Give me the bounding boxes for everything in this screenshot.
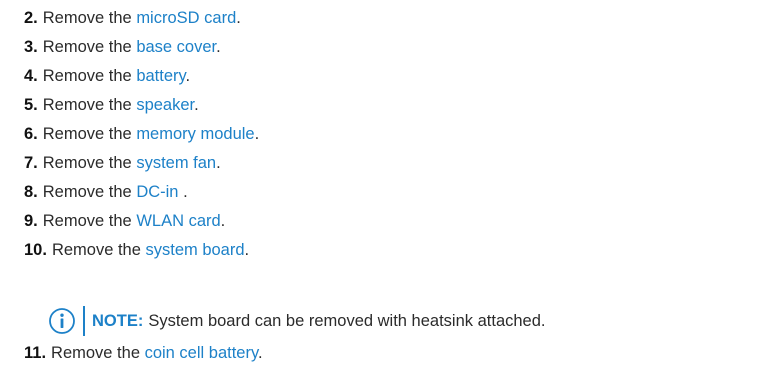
step-punctuation: . (194, 96, 199, 114)
note-callout: NOTE: System board can be removed with h… (48, 306, 545, 336)
step-number: 11. (24, 344, 47, 362)
procedure-steps-list-continued: 11. Remove the coin cell battery. (24, 339, 263, 368)
step-text: Remove the (42, 183, 137, 201)
step-number: 10. (24, 241, 47, 259)
step-4: 4. Remove the battery. (24, 62, 259, 91)
microsd-card-link[interactable]: microSD card (136, 9, 236, 27)
step-6: 6. Remove the memory module. (24, 120, 259, 149)
info-icon (48, 307, 76, 335)
step-punctuation: . (254, 125, 260, 143)
system-fan-link[interactable]: system fan (136, 154, 216, 172)
step-text: Remove the (42, 96, 137, 114)
note-divider (83, 306, 85, 336)
step-3: 3. Remove the base cover. (24, 33, 259, 62)
step-number: 6. (24, 125, 38, 143)
step-punctuation: . (258, 344, 263, 362)
step-punctuation: . (244, 241, 250, 259)
step-7: 7. Remove the system fan. (24, 149, 259, 178)
system-board-link[interactable]: system board (145, 241, 244, 259)
base-cover-link[interactable]: base cover (136, 38, 216, 56)
step-punctuation: . (216, 38, 221, 56)
step-text: Remove the (42, 9, 137, 27)
step-text: Remove the (42, 154, 137, 172)
wlan-card-link[interactable]: WLAN card (136, 212, 220, 230)
step-number: 2. (24, 9, 38, 27)
battery-link[interactable]: battery (136, 67, 185, 85)
step-text: Remove the (51, 344, 145, 362)
step-punctuation: . (178, 183, 188, 201)
note-label: NOTE: (92, 311, 144, 330)
step-10: 10. Remove the system board. (24, 236, 259, 265)
step-text: Remove the (42, 38, 137, 56)
step-punctuation: . (216, 154, 221, 172)
step-2: 2. Remove the microSD card. (24, 4, 259, 33)
step-text: Remove the (42, 125, 137, 143)
step-number: 3. (24, 38, 38, 56)
step-number: 5. (24, 96, 38, 114)
step-number: 9. (24, 212, 38, 230)
step-8: 8. Remove the DC-in . (24, 178, 259, 207)
procedure-steps-list: 2. Remove the microSD card. 3. Remove the … (24, 4, 259, 265)
step-11: 11. Remove the coin cell battery. (24, 339, 263, 368)
step-9: 9. Remove the WLAN card. (24, 207, 259, 236)
memory-module-link[interactable]: memory module (136, 125, 254, 143)
speaker-link[interactable]: speaker (136, 96, 194, 114)
step-punctuation: . (220, 212, 226, 230)
coin-cell-battery-link[interactable]: coin cell battery (145, 344, 258, 362)
step-number: 7. (24, 154, 38, 172)
step-text: Remove the (42, 67, 137, 85)
step-number: 4. (24, 67, 38, 85)
step-punctuation: . (185, 67, 191, 85)
step-number: 8. (24, 183, 38, 201)
note-text: System board can be removed with heatsin… (148, 311, 546, 330)
step-5: 5. Remove the speaker. (24, 91, 259, 120)
dc-in-link[interactable]: DC-in (136, 183, 178, 201)
step-punctuation: . (236, 9, 241, 27)
step-text: Remove the (51, 241, 146, 259)
step-text: Remove the (42, 212, 137, 230)
